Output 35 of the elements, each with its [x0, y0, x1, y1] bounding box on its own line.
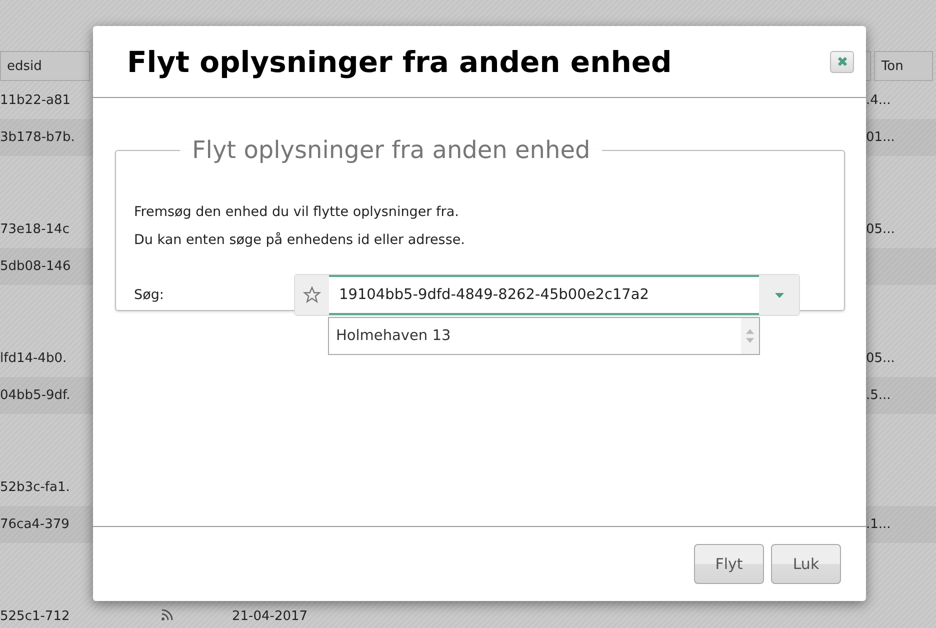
table-cell: 04bb5-9df. — [0, 388, 70, 403]
dialog-title: Flyt oplysninger fra anden enhed — [127, 44, 672, 78]
close-icon — [836, 56, 848, 67]
table-cell: .5... — [866, 388, 891, 403]
dialog-button[interactable]: Luk — [771, 544, 841, 584]
scroll-down-icon[interactable] — [746, 338, 754, 343]
table-cell: 76ca4-379 — [0, 517, 70, 532]
table-cell: 73e18-14c — [0, 222, 70, 237]
table-cell: 01... — [866, 130, 895, 145]
table-cell: 52b3c-fa1. — [0, 480, 70, 495]
table-cell: 05... — [866, 351, 895, 366]
table-cell: 21-04-2017 — [232, 609, 308, 624]
description-text: Fremsøg den enhed du vil flytte oplysninger fra. — [134, 203, 460, 222]
feed-icon — [160, 608, 174, 622]
close-button[interactable] — [830, 50, 854, 72]
table-cell: .4... — [866, 93, 891, 108]
suggestion-item[interactable]: Holmehaven 13 — [329, 328, 741, 344]
column-header[interactable]: edsid — [0, 51, 90, 81]
table-cell: 11b22-a81 — [0, 93, 71, 108]
star-icon — [303, 286, 321, 304]
table-cell: 5db08-146 — [0, 259, 71, 274]
table-cell: 3b178-b7b. — [0, 130, 75, 145]
scroll-up-icon[interactable] — [746, 329, 754, 334]
table-cell: 525c1-712 — [0, 609, 70, 624]
column-header[interactable]: Ton — [874, 51, 933, 81]
search-combobox[interactable]: 19104bb5-9dfd-4849-8262-45b00e2c17a2 — [294, 274, 800, 316]
table-cell: lfd14-4b0. — [0, 351, 67, 366]
table-cell: 05... — [866, 222, 895, 237]
search-label: Søg: — [134, 287, 165, 303]
table-cell: .1... — [866, 517, 891, 532]
fieldset-legend: Flyt oplysninger fra anden enhed — [180, 136, 602, 164]
dialog-button[interactable]: Flyt — [694, 544, 764, 584]
description-text: Du kan enten søge på enhedens id eller adresse. — [134, 231, 466, 250]
caret-icon — [774, 292, 784, 298]
scrollbar[interactable] — [741, 318, 759, 354]
